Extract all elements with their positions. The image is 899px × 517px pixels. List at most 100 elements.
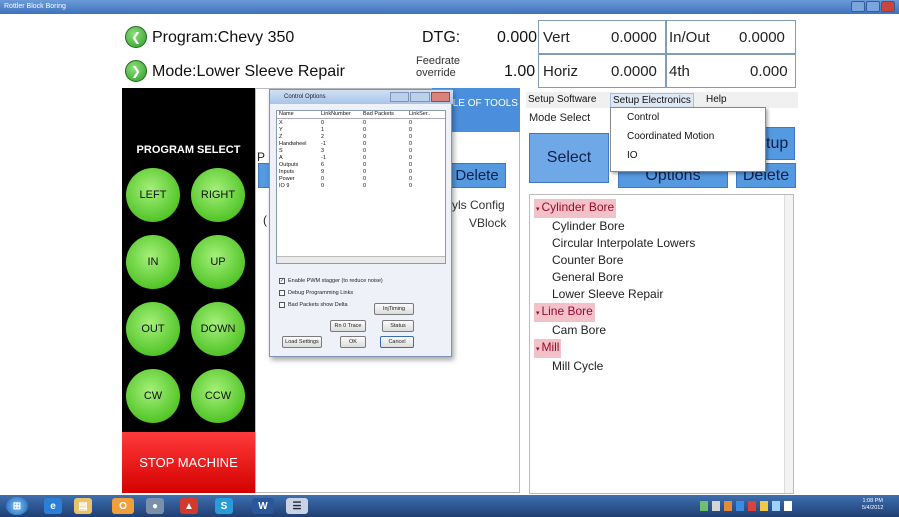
- table-cell: 9: [321, 169, 325, 175]
- down-button[interactable]: DOWN: [191, 302, 245, 356]
- tree-item[interactable]: Circular Interpolate Lowers: [552, 235, 695, 252]
- table-row[interactable]: Y 1 0 0: [277, 127, 445, 134]
- cw-button[interactable]: CW: [126, 369, 180, 423]
- right-button[interactable]: RIGHT: [191, 168, 245, 222]
- tree-category[interactable]: ▾ Mill: [534, 339, 562, 358]
- tools-config-link[interactable]: yls Config: [452, 198, 505, 212]
- col-name: Name: [279, 111, 294, 117]
- tray-network-icon[interactable]: [700, 501, 708, 511]
- up-button[interactable]: UP: [191, 235, 245, 289]
- start-button-icon[interactable]: ⊞: [6, 497, 28, 515]
- table-cell: 0: [409, 120, 413, 126]
- forward-arrow-icon[interactable]: ❯: [125, 60, 147, 82]
- tray-volume-icon[interactable]: [784, 501, 792, 511]
- inout-label: In/Out: [669, 29, 710, 46]
- control-options-dialog: Control Options Name LinkNumber Bad Pack…: [269, 89, 453, 357]
- clock[interactable]: 1:08 PM 5/4/2012: [862, 498, 883, 512]
- out-button[interactable]: OUT: [126, 302, 180, 356]
- rn-trace-button[interactable]: Rn 0 Trace: [330, 320, 366, 332]
- setup-button[interactable]: tup: [765, 127, 795, 160]
- table-cell: 0: [409, 127, 413, 133]
- close-button[interactable]: [881, 1, 895, 12]
- stop-machine-button[interactable]: STOP MACHINE: [122, 432, 255, 493]
- skype-icon[interactable]: S: [215, 498, 233, 514]
- table-cell: S: [279, 148, 283, 154]
- inj-timing-button[interactable]: InjTiming: [374, 303, 414, 315]
- checkbox-pwm-stagger[interactable]: ✓ Enable PWM stagger (to reduce noise): [279, 278, 383, 284]
- tree-scrollbar[interactable]: [784, 195, 793, 493]
- left-button[interactable]: LEFT: [126, 168, 180, 222]
- tree-category[interactable]: ▾ Cylinder Bore: [534, 199, 617, 218]
- vblock-item[interactable]: VBlock: [469, 216, 506, 230]
- tray-update-icon[interactable]: [724, 501, 732, 511]
- back-arrow-icon[interactable]: ❮: [125, 26, 147, 48]
- media-icon[interactable]: ●: [146, 498, 164, 514]
- table-row[interactable]: Inputs 9 0 0: [277, 169, 445, 176]
- dialog-maximize-button[interactable]: [410, 92, 430, 102]
- center-delete-button[interactable]: Delete: [448, 163, 506, 188]
- load-settings-button[interactable]: Load Settings: [282, 336, 322, 348]
- table-cell: -1: [321, 155, 326, 161]
- table-row[interactable]: X 0 0 0: [277, 120, 445, 127]
- checkbox-bad-packets-delta[interactable]: Bad Packets show Delta: [279, 302, 348, 308]
- tree-label: Circular Interpolate Lowers: [552, 236, 696, 250]
- table-row[interactable]: Power 0 0 0: [277, 176, 445, 183]
- table-cell: 0: [363, 155, 367, 161]
- office-icon[interactable]: O: [112, 498, 134, 514]
- cancel-button[interactable]: Cancel: [380, 336, 414, 348]
- maximize-button[interactable]: [866, 1, 880, 12]
- pdf-icon[interactable]: ▲: [180, 498, 198, 514]
- table-row[interactable]: A -1 0 0: [277, 155, 445, 162]
- checkbox-debug-links[interactable]: Debug Programming Links: [279, 290, 353, 296]
- tree-label: General Bore: [552, 270, 624, 284]
- table-cell: 0: [321, 120, 325, 126]
- table-cell: IO 9: [279, 183, 290, 189]
- app-window-icon[interactable]: ☰: [286, 498, 308, 514]
- link-status-table: Name LinkNumber Bad Packets LinkSer.. X 0…: [276, 110, 446, 264]
- dropdown-io[interactable]: IO: [627, 150, 638, 161]
- horiz-value: 0.0000: [611, 63, 657, 80]
- tree-category[interactable]: ▾ Line Bore: [534, 303, 595, 322]
- table-row[interactable]: IO 9 0 0 0: [277, 183, 445, 190]
- tree-item[interactable]: Cylinder Bore: [552, 218, 625, 235]
- table-row[interactable]: S 3 0 0: [277, 148, 445, 155]
- tree-item[interactable]: General Bore: [552, 269, 623, 286]
- mode-tree: ▾ Cylinder Bore Cylinder Bore Circular Int…: [529, 194, 794, 494]
- tray-bluetooth-icon[interactable]: [736, 501, 744, 511]
- tree-item[interactable]: Mill Cycle: [552, 358, 603, 375]
- tree-item[interactable]: Cam Bore: [552, 322, 606, 339]
- vert-label: Vert: [543, 29, 570, 46]
- menu-bar: Setup Software Setup Electronics Help: [526, 92, 798, 109]
- table-row[interactable]: Handwheel -1 0 0: [277, 141, 445, 148]
- word-icon[interactable]: W: [252, 498, 274, 514]
- window-controls: [851, 1, 895, 12]
- tree-item[interactable]: Lower Sleeve Repair: [552, 286, 663, 303]
- internet-explorer-icon[interactable]: e: [44, 498, 62, 514]
- dialog-window-controls: [390, 92, 450, 102]
- table-row[interactable]: Outputs 6 0 0: [277, 162, 445, 169]
- table-cell: 0: [409, 183, 413, 189]
- select-button[interactable]: Select: [529, 133, 609, 183]
- table-hscrollbar[interactable]: [277, 256, 445, 263]
- program-select-button[interactable]: PROGRAM SELECT: [122, 144, 255, 156]
- in-button[interactable]: IN: [126, 235, 180, 289]
- dropdown-control[interactable]: Control: [627, 112, 659, 123]
- menu-help[interactable]: Help: [706, 92, 727, 108]
- dropdown-coordinated-motion[interactable]: Coordinated Motion: [627, 131, 714, 142]
- table-cell: 3: [321, 148, 325, 154]
- table-row[interactable]: Z 2 0 0: [277, 134, 445, 141]
- tree-item[interactable]: Counter Bore: [552, 252, 623, 269]
- tray-power-icon[interactable]: [760, 501, 768, 511]
- folder-icon[interactable]: ▤: [74, 498, 92, 514]
- dialog-close-button[interactable]: [430, 92, 450, 102]
- tray-wifi-icon[interactable]: [772, 501, 780, 511]
- menu-setup-software[interactable]: Setup Software: [528, 92, 596, 108]
- status-button[interactable]: Status: [382, 320, 414, 332]
- tray-security-icon[interactable]: [748, 501, 756, 511]
- table-cell: 0: [363, 162, 367, 168]
- tray-flag-icon[interactable]: [712, 501, 720, 511]
- dialog-minimize-button[interactable]: [390, 92, 410, 102]
- ccw-button[interactable]: CCW: [191, 369, 245, 423]
- minimize-button[interactable]: [851, 1, 865, 12]
- ok-button[interactable]: OK: [340, 336, 366, 348]
